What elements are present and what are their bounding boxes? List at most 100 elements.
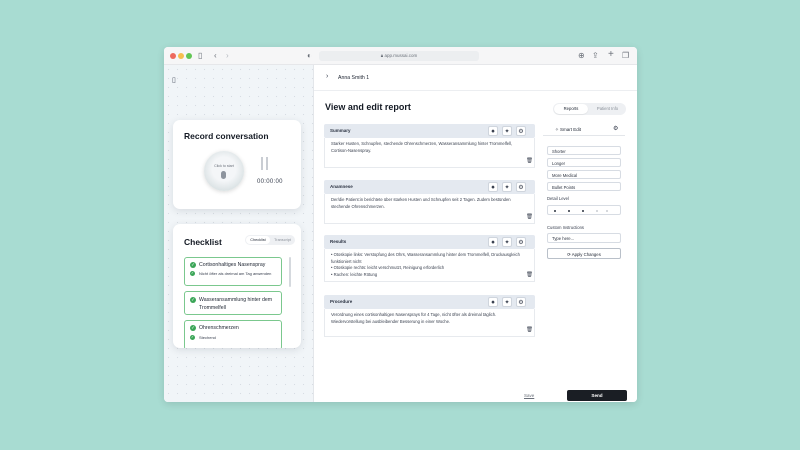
option-longer-button[interactable]: Longer bbox=[547, 158, 621, 167]
checklist-item-detail: Stechend bbox=[199, 335, 216, 340]
browser-titlebar: ▯ ‹ › ◐ 🔒︎ app.mussai.com ⊕ ⇪ + ❐ bbox=[164, 47, 637, 65]
tabs-overview-icon[interactable]: ❐ bbox=[622, 50, 629, 62]
trash-icon[interactable]: 🗑︎ bbox=[526, 214, 533, 221]
report-tabs: Reports Patient Info bbox=[553, 103, 626, 115]
panel-toggle-icon[interactable]: ▯ bbox=[172, 76, 176, 84]
refresh-icon: ⟳ bbox=[567, 252, 571, 257]
tab-patient-info[interactable]: Patient Info bbox=[590, 104, 625, 114]
section-header-procedure: Procedure ⏺︎ ✦ ⚙︎ bbox=[324, 295, 535, 309]
check-circle-icon: ✓ bbox=[190, 262, 196, 268]
trash-icon[interactable]: 🗑︎ bbox=[526, 272, 533, 279]
reader-icon[interactable]: ◐ bbox=[307, 50, 312, 62]
microphone-icon[interactable]: ⏺︎ bbox=[488, 237, 498, 247]
magic-wand-icon[interactable]: ✦ bbox=[502, 182, 512, 192]
forward-icon[interactable]: › bbox=[226, 50, 229, 62]
record-card: Record conversation Click to start 00:00… bbox=[173, 120, 301, 209]
page-title: View and edit report bbox=[325, 102, 411, 112]
gear-icon[interactable]: ⚙︎ bbox=[613, 125, 618, 132]
sidebar-toggle-icon[interactable]: ▯ bbox=[198, 50, 202, 62]
smart-edit-title[interactable]: ✧ Smart Edit bbox=[555, 127, 581, 133]
sparkle-icon: ✧ bbox=[555, 127, 559, 132]
tab-transcript[interactable]: Transcript bbox=[271, 236, 294, 244]
share-icon[interactable]: ⇪ bbox=[592, 50, 599, 62]
url-text: app.mussai.com bbox=[384, 53, 418, 58]
result-bullet: • Otoskopie links: Verstopfung des Ohrs,… bbox=[331, 252, 520, 264]
check-circle-icon: ✓ bbox=[190, 297, 196, 303]
checklist-item-title: Wasseransammlung hinter dem Trommelfell bbox=[199, 297, 273, 311]
trash-icon[interactable]: 🗑︎ bbox=[526, 327, 533, 334]
checklist-item[interactable]: ✓ Ohrenschmerzen ✓ Stechend bbox=[184, 320, 282, 348]
section-header-anamnese: Anamnese ⏺︎ ✦ ⚙︎ bbox=[324, 180, 535, 194]
microphone-icon bbox=[221, 171, 226, 179]
maximize-window-button[interactable] bbox=[186, 53, 192, 59]
browser-window: ▯ ‹ › ◐ 🔒︎ app.mussai.com ⊕ ⇪ + ❐ ▯ Reco… bbox=[164, 47, 637, 402]
check-circle-icon: ✓ bbox=[190, 271, 195, 276]
top-header: › Anna Smith 1 bbox=[314, 65, 637, 91]
section-body-results[interactable]: • Otoskopie links: Verstopfung des Ohrs,… bbox=[324, 249, 535, 282]
gear-icon[interactable]: ⚙︎ bbox=[516, 182, 526, 192]
audio-level-bar bbox=[266, 157, 268, 170]
check-circle-icon: ✓ bbox=[190, 335, 195, 340]
checklist-item[interactable]: ✓ Cortisonhaltiges Nasenspray ✓ Nicht öf… bbox=[184, 257, 282, 286]
close-window-button[interactable] bbox=[170, 53, 176, 59]
checklist-item-title: Cortisonhaltiges Nasenspray bbox=[199, 262, 266, 268]
lock-icon: 🔒︎ bbox=[380, 53, 384, 58]
checklist-title: Checklist bbox=[184, 237, 222, 247]
option-shorter-button[interactable]: Shorter bbox=[547, 146, 621, 155]
record-timer: 00:00:00 bbox=[257, 179, 283, 185]
section-title: Anamnese bbox=[330, 184, 353, 189]
section-title: Summary bbox=[330, 128, 351, 133]
detail-level-slider[interactable] bbox=[547, 205, 621, 215]
tab-reports[interactable]: Reports bbox=[554, 104, 588, 114]
section-text: Der/die Patient:in berichtete über stark… bbox=[331, 197, 511, 209]
address-bar[interactable]: 🔒︎ app.mussai.com bbox=[319, 51, 479, 61]
gear-icon[interactable]: ⚙︎ bbox=[516, 237, 526, 247]
back-chevron-icon[interactable]: › bbox=[326, 73, 328, 80]
detail-level-label: Detail Level bbox=[547, 196, 569, 201]
checklist-tabs: Checklist Transcript bbox=[245, 235, 295, 245]
section-header-results: Results ⏺︎ ✦ ⚙︎ bbox=[324, 235, 535, 249]
left-pane: ▯ Record conversation Click to start 00:… bbox=[164, 65, 314, 402]
option-bullet-points-button[interactable]: Bullet Points bbox=[547, 182, 621, 191]
smart-edit-header: ✧ Smart Edit ⚙︎ bbox=[543, 124, 625, 136]
microphone-icon[interactable]: ⏺︎ bbox=[488, 126, 498, 136]
back-icon[interactable]: ‹ bbox=[214, 50, 217, 62]
gear-icon[interactable]: ⚙︎ bbox=[516, 297, 526, 307]
section-body-summary[interactable]: Starker Husten, Schnupfen, stechende Ohr… bbox=[324, 138, 535, 168]
trash-icon[interactable]: 🗑︎ bbox=[526, 158, 533, 165]
gear-icon[interactable]: ⚙︎ bbox=[516, 126, 526, 136]
detail-level-step[interactable] bbox=[606, 210, 608, 212]
detail-level-step[interactable] bbox=[554, 210, 556, 212]
section-title: Results bbox=[330, 239, 347, 244]
download-icon[interactable]: ⊕ bbox=[578, 50, 585, 62]
check-circle-icon: ✓ bbox=[190, 325, 196, 331]
result-bullet: • Rachen: leichte Rötung bbox=[331, 271, 378, 277]
detail-level-step[interactable] bbox=[596, 210, 598, 212]
section-body-procedure[interactable]: Verordnung eines cortisonhaltigen Nasens… bbox=[324, 309, 535, 337]
tab-checklist[interactable]: Checklist bbox=[246, 236, 270, 244]
record-button-label: Click to start bbox=[214, 164, 234, 168]
detail-level-step[interactable] bbox=[568, 210, 570, 212]
new-tab-icon[interactable]: + bbox=[608, 49, 614, 61]
section-header-summary: Summary ⏺︎ ✦ ⚙︎ bbox=[324, 124, 535, 138]
magic-wand-icon[interactable]: ✦ bbox=[502, 126, 512, 136]
magic-wand-icon[interactable]: ✦ bbox=[502, 237, 512, 247]
custom-instructions-input[interactable]: Type here... bbox=[547, 233, 621, 243]
record-button[interactable]: Click to start bbox=[204, 151, 244, 191]
save-button[interactable]: Save bbox=[524, 393, 534, 398]
microphone-icon[interactable]: ⏺︎ bbox=[488, 182, 498, 192]
microphone-icon[interactable]: ⏺︎ bbox=[488, 297, 498, 307]
checklist-item[interactable]: ✓ Wasseransammlung hinter dem Trommelfel… bbox=[184, 291, 282, 315]
send-button[interactable]: Send bbox=[567, 390, 627, 401]
custom-instructions-label: Custom Instructions bbox=[547, 225, 585, 230]
checklist-scrollbar[interactable] bbox=[289, 257, 291, 287]
checklist-item-title: Ohrenschmerzen bbox=[199, 325, 239, 331]
detail-level-step[interactable] bbox=[582, 210, 584, 212]
option-more-medical-button[interactable]: More Medical bbox=[547, 170, 621, 179]
section-text: Verordnung eines cortisonhaltigen Nasens… bbox=[331, 312, 497, 324]
apply-changes-button[interactable]: ⟳ Apply Changes bbox=[547, 248, 621, 259]
record-title: Record conversation bbox=[184, 131, 269, 141]
magic-wand-icon[interactable]: ✦ bbox=[502, 297, 512, 307]
section-body-anamnese[interactable]: Der/die Patient:in berichtete über stark… bbox=[324, 194, 535, 224]
minimize-window-button[interactable] bbox=[178, 53, 184, 59]
